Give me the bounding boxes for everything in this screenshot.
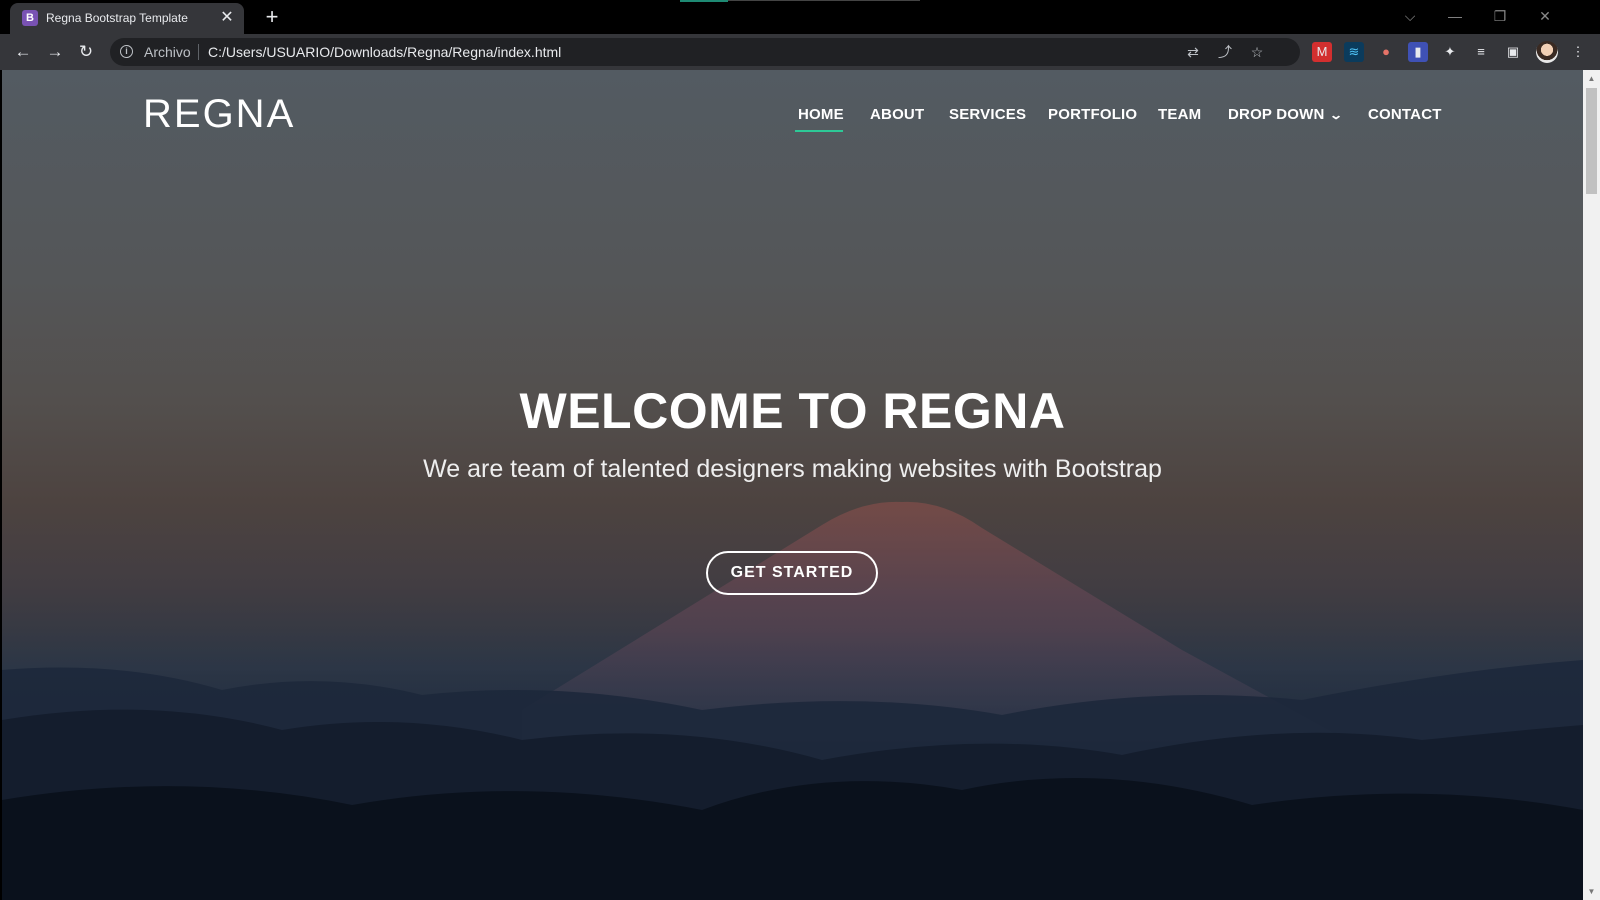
restore-button[interactable]: ❐ <box>1488 5 1512 27</box>
chrome-menu-icon[interactable]: ⋮ <box>1568 42 1588 62</box>
nav-team[interactable]: TEAM <box>1158 106 1201 123</box>
back-button[interactable]: ← <box>11 40 35 64</box>
url-text[interactable]: C:/Users/USUARIO/Downloads/Regna/Regna/i… <box>208 44 561 60</box>
extension-reader-icon[interactable]: ▮ <box>1408 42 1428 62</box>
chevron-down-icon: ⌄ <box>1328 108 1343 122</box>
nav-contact[interactable]: CONTACT <box>1368 106 1442 123</box>
translate-icon[interactable]: ⇄ <box>1183 42 1203 62</box>
page-scrollbar[interactable]: ▲ ▼ <box>1583 70 1600 900</box>
hero-subtitle: We are team of talented designers making… <box>423 455 1162 483</box>
window-close-button[interactable]: ✕ <box>1533 5 1557 27</box>
tab-search-icon[interactable]: ⌵ <box>1398 5 1422 27</box>
scroll-down-arrow-icon[interactable]: ▼ <box>1583 883 1600 900</box>
nav-services[interactable]: SERVICES <box>949 106 1026 123</box>
bookmark-star-icon[interactable]: ☆ <box>1247 42 1267 62</box>
extension-mendeley-icon[interactable]: M <box>1312 42 1332 62</box>
mountain-background <box>2 501 1583 900</box>
page-viewport: REGNA HOME ABOUT SERVICES PORTFOLIO TEAM… <box>2 70 1583 900</box>
extension-octopus-icon[interactable]: ● <box>1376 42 1396 62</box>
nav-dropdown[interactable]: DROP DOWN ⌄ <box>1228 106 1343 123</box>
reload-button[interactable]: ↻ <box>74 40 98 64</box>
share-icon[interactable]: ⤴ <box>1215 42 1235 62</box>
new-tab-button[interactable]: + <box>260 5 284 29</box>
tab-title: Regna Bootstrap Template <box>46 11 188 25</box>
nav-active-indicator <box>795 130 843 132</box>
side-panel-icon[interactable]: ▣ <box>1503 42 1523 62</box>
hero-title: WELCOME TO REGNA <box>519 383 1066 439</box>
tab-strip-accent <box>680 0 728 2</box>
site-label: Archivo <box>144 44 191 60</box>
profile-avatar[interactable] <box>1536 41 1558 63</box>
extensions-puzzle-icon[interactable]: ✦ <box>1440 42 1460 62</box>
nav-portfolio[interactable]: PORTFOLIO <box>1048 106 1137 123</box>
info-icon[interactable]: i <box>120 45 133 58</box>
media-control-icon[interactable]: ≡ <box>1471 42 1491 62</box>
scroll-up-arrow-icon[interactable]: ▲ <box>1583 70 1600 87</box>
nav-home[interactable]: HOME <box>798 106 844 123</box>
site-logo[interactable]: REGNA <box>143 92 295 137</box>
scrollbar-thumb[interactable] <box>1586 88 1597 194</box>
address-separator <box>198 44 199 60</box>
browser-tab[interactable]: B Regna Bootstrap Template ✕ <box>10 3 244 34</box>
nav-about[interactable]: ABOUT <box>870 106 924 123</box>
address-bar[interactable]: i Archivo C:/Users/USUARIO/Downloads/Reg… <box>110 38 1300 66</box>
get-started-button[interactable]: GET STARTED <box>706 551 878 595</box>
bootstrap-favicon-icon: B <box>22 10 38 26</box>
nav-dropdown-label: DROP DOWN <box>1228 106 1325 123</box>
browser-tab-strip: B Regna Bootstrap Template ✕ + ⌵ — ❐ ✕ <box>0 0 1600 34</box>
minimize-button[interactable]: — <box>1443 5 1467 27</box>
tab-strip-divider <box>728 0 920 1</box>
site-header: REGNA HOME ABOUT SERVICES PORTFOLIO TEAM… <box>2 70 1583 160</box>
forward-button[interactable]: → <box>43 40 67 64</box>
extension-wave-icon[interactable]: ≋ <box>1344 42 1364 62</box>
browser-toolbar: ← → ↻ i Archivo C:/Users/USUARIO/Downloa… <box>0 34 1600 70</box>
tab-close-icon[interactable]: ✕ <box>218 9 236 27</box>
